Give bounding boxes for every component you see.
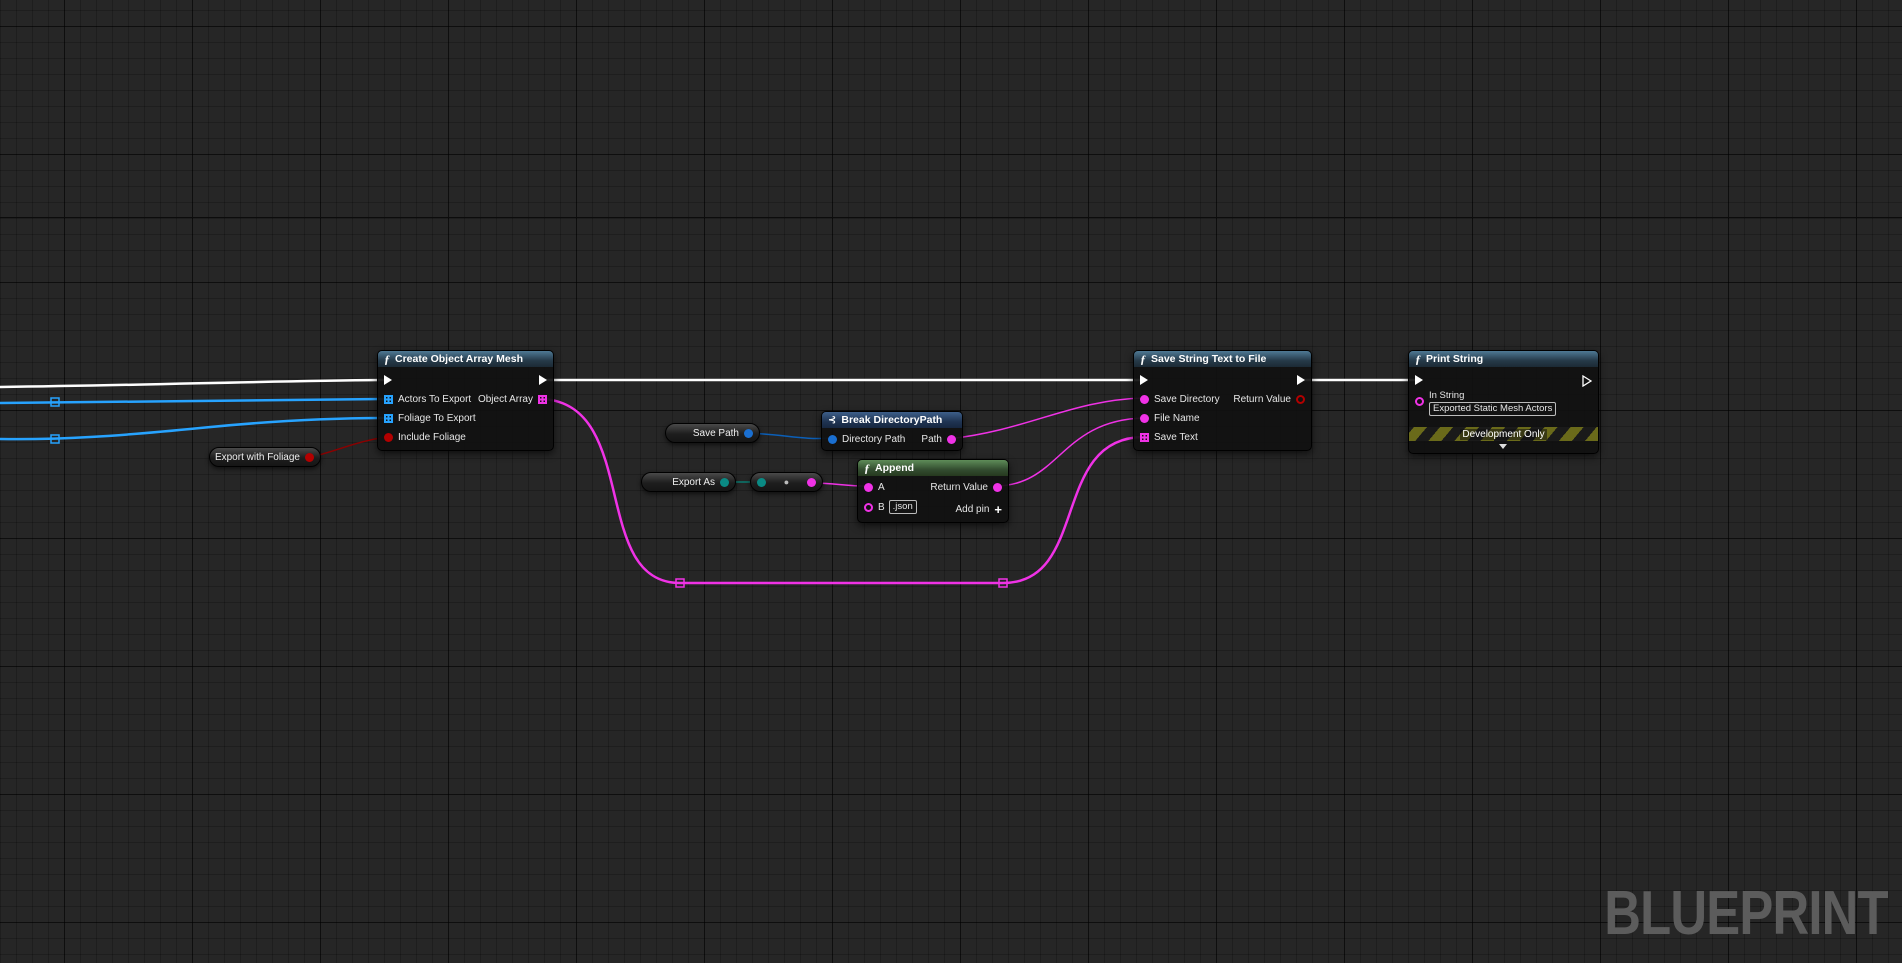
append-to-filename-wire [994, 417, 1145, 487]
struct-out-pin[interactable] [744, 428, 753, 438]
in-string-input[interactable]: Exported Static Mesh Actors [1429, 402, 1557, 416]
development-only-bar: Development Only [1409, 427, 1598, 441]
save-directory-pin[interactable] [1140, 395, 1149, 404]
enum-to-string-node[interactable]: ● [750, 472, 823, 492]
enum-in-pin[interactable] [757, 477, 766, 487]
conversion-dot-icon: ● [783, 477, 790, 487]
append-b-input[interactable]: .json [888, 500, 917, 514]
pin-label: A [878, 482, 885, 493]
variable-label: Export As [672, 476, 715, 488]
pin-label: Return Value [1233, 394, 1291, 405]
variable-label: Save Path [692, 427, 739, 439]
foliage-to-export-pin[interactable] [384, 414, 393, 423]
pin-label: File Name [1154, 413, 1200, 424]
pin-label: Return Value [930, 482, 988, 493]
export-with-foliage-variable[interactable]: Export with Foliage [209, 447, 321, 467]
pin-label: B [878, 501, 885, 513]
node-title: Save String Text to File [1151, 353, 1267, 365]
blueprint-watermark: BLUEPRINT [1604, 879, 1888, 948]
exec-in-pin[interactable] [384, 375, 392, 385]
break-struct-icon: ⊰ [828, 414, 837, 426]
path-to-directory-wire [947, 397, 1145, 440]
pin-label: Directory Path [842, 434, 906, 445]
foliage-wire [0, 416, 389, 441]
pin-label: Save Text [1154, 432, 1198, 443]
node-title: Create Object Array Mesh [395, 353, 523, 365]
print-string-node[interactable]: ƒ Print String In String Exported Static … [1408, 350, 1599, 454]
bool-out-pin[interactable] [305, 452, 314, 462]
enum-out-pin[interactable] [720, 477, 729, 487]
in-string-pin[interactable] [1415, 397, 1424, 406]
path-out-pin[interactable] [947, 435, 956, 444]
include-foliage-pin[interactable] [384, 433, 393, 442]
pin-label: Object Array [477, 394, 533, 405]
node-header: ƒ Print String [1409, 351, 1598, 367]
save-string-text-to-file-node[interactable]: ƒ Save String Text to File Save Directory… [1133, 350, 1312, 451]
exec-wire-in [0, 378, 389, 389]
file-name-pin[interactable] [1140, 414, 1149, 423]
development-only-label: Development Only [1460, 428, 1547, 440]
pin-label: Include Foliage [398, 432, 466, 443]
object-array-pin[interactable] [538, 395, 547, 404]
return-value-pin[interactable] [1296, 395, 1305, 404]
node-title: Append [875, 462, 915, 474]
reroute-knot [50, 397, 60, 444]
string-out-pin[interactable] [807, 477, 816, 487]
pin-label: Foliage To Export [398, 413, 476, 424]
export-as-variable[interactable]: Export As [641, 472, 736, 492]
save-text-pin[interactable] [1140, 433, 1149, 442]
function-icon: ƒ [864, 460, 870, 475]
exec-out-pin[interactable] [539, 375, 547, 385]
expand-arrow-icon[interactable] [1499, 444, 1507, 449]
append-node[interactable]: ƒ Append A B .json Return Value Add pin + [857, 459, 1009, 523]
function-icon: ƒ [1415, 351, 1421, 366]
pin-label: Actors To Export [398, 394, 472, 405]
function-icon: ƒ [384, 351, 390, 366]
pin-label: Save Directory [1154, 394, 1220, 405]
node-title: Print String [1426, 353, 1484, 365]
pin-label: In String [1429, 390, 1465, 401]
append-b-pin[interactable] [864, 502, 873, 512]
directory-path-pin[interactable] [828, 435, 837, 444]
create-object-array-mesh-node[interactable]: ƒ Create Object Array Mesh Actors To Expo… [377, 350, 554, 451]
pin-label: Path [921, 434, 942, 445]
exec-out-pin[interactable] [1297, 375, 1305, 385]
node-header: ƒ Create Object Array Mesh [378, 351, 553, 367]
exec-in-pin[interactable] [1415, 375, 1423, 385]
append-a-pin[interactable] [864, 483, 873, 492]
plus-icon: + [994, 502, 1002, 517]
actors-wire [0, 397, 389, 405]
variable-label: Export with Foliage [214, 451, 300, 463]
append-return-pin[interactable] [993, 483, 1002, 492]
add-pin-button[interactable]: Add pin + [955, 502, 1002, 517]
add-pin-label: Add pin [955, 504, 990, 515]
break-directory-path-node[interactable]: ⊰ Break DirectoryPath Directory Path Path [821, 411, 963, 451]
node-header: ƒ Save String Text to File [1134, 351, 1311, 367]
actors-to-export-pin[interactable] [384, 395, 393, 404]
node-title: Break DirectoryPath [841, 414, 943, 426]
exec-out-pin[interactable] [1582, 375, 1592, 387]
function-icon: ƒ [1140, 351, 1146, 366]
node-header: ƒ Append [858, 460, 1008, 476]
node-header: ⊰ Break DirectoryPath [822, 412, 962, 428]
save-path-variable[interactable]: Save Path [665, 423, 760, 443]
exec-in-pin[interactable] [1140, 375, 1148, 385]
